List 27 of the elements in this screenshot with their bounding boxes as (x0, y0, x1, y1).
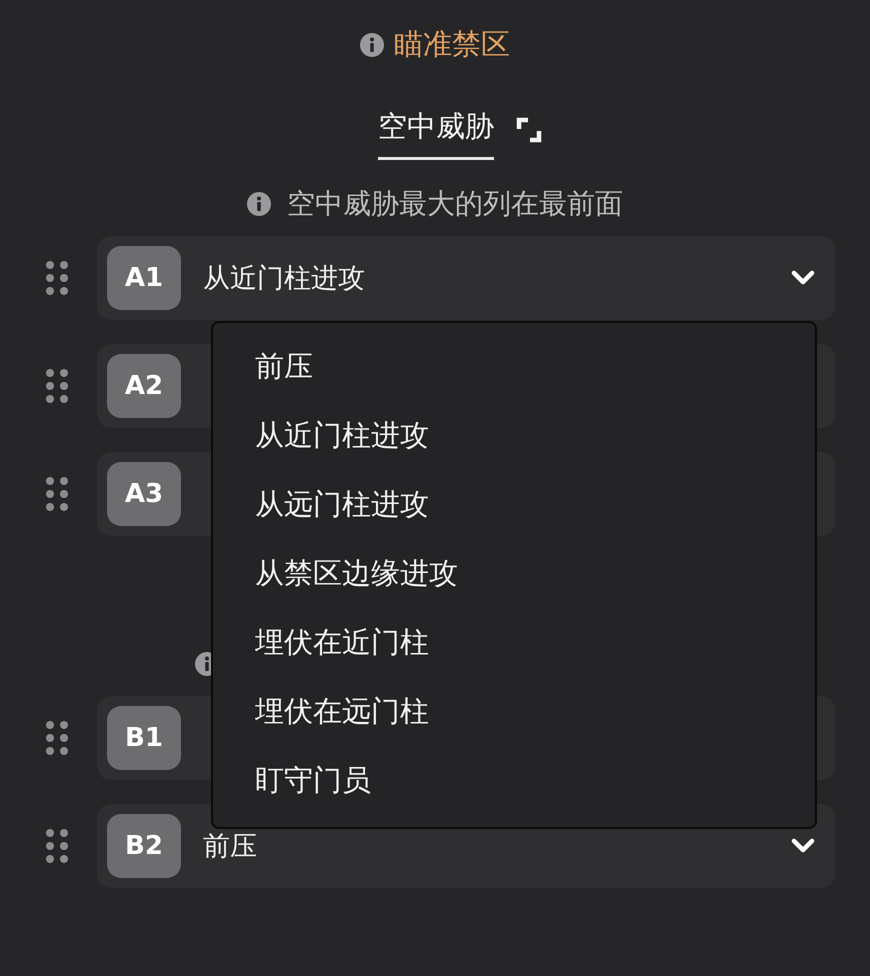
hint-text: 空中威胁最大的列在最前面 (287, 186, 623, 222)
drag-handle-icon[interactable] (45, 720, 69, 756)
menu-option[interactable]: 从禁区边缘进攻 (213, 540, 815, 608)
position-badge: B1 (107, 706, 181, 770)
menu-option[interactable]: 埋伏在远门柱 (213, 677, 815, 746)
position-badge: A3 (107, 462, 181, 526)
dropdown-value: 前压 (203, 830, 258, 864)
menu-option[interactable]: 前压 (213, 333, 815, 402)
info-icon (247, 192, 271, 216)
menu-option[interactable]: 从近门柱进攻 (213, 402, 815, 471)
dropdown-value: 从近门柱进攻 (203, 262, 366, 296)
menu-option[interactable]: 从远门柱进攻 (213, 470, 815, 540)
info-icon (360, 33, 384, 57)
position-badge: B2 (107, 814, 181, 878)
chevron-down-icon[interactable] (791, 270, 815, 286)
chevron-down-icon[interactable] (791, 838, 815, 854)
drag-handle-icon[interactable] (45, 476, 69, 512)
expand-icon[interactable] (516, 116, 542, 142)
tab[interactable]: 空中威胁 (378, 107, 494, 160)
drag-handle-icon[interactable] (45, 368, 69, 404)
drag-handle-icon[interactable] (45, 260, 69, 296)
position-badge: A1 (107, 246, 181, 310)
drag-handle-icon[interactable] (45, 828, 69, 864)
section-title: 瞄准禁区 (394, 26, 510, 63)
menu-option[interactable]: 埋伏在近门柱 (213, 608, 815, 678)
dropdown-row[interactable]: A1 从近门柱进攻 (97, 236, 835, 320)
position-badge: A2 (107, 354, 181, 418)
